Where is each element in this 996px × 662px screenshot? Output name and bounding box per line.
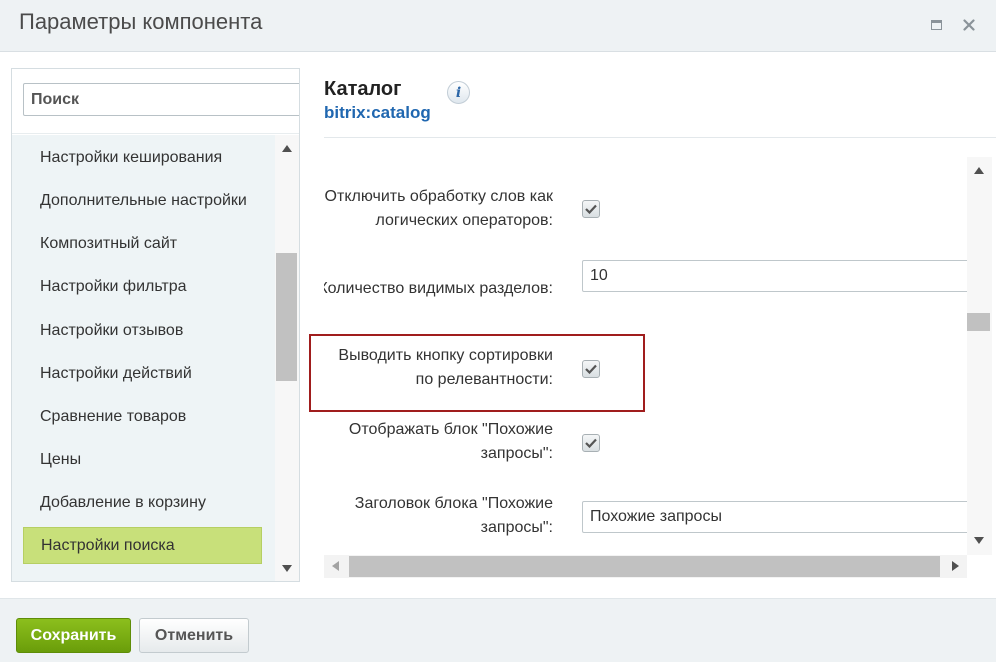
input-similar-title[interactable] — [582, 501, 967, 533]
form-vertical-scrollbar[interactable] — [967, 157, 992, 555]
input-visible-sections[interactable] — [582, 260, 967, 292]
settings-sidebar: Настройки кеширования Дополнительные нас… — [11, 68, 300, 582]
field-label-visible-sections: Количество видимых разделов: — [324, 280, 553, 297]
scroll-down-arrow-icon[interactable] — [974, 537, 984, 544]
sidebar-item-caching[interactable]: Настройки кеширования — [23, 139, 262, 176]
checkmark-icon — [585, 438, 597, 448]
sidebar-item-basket[interactable]: Добавление в корзину — [23, 484, 262, 521]
label-line: запросы": — [480, 445, 553, 462]
form-vscroll-thumb[interactable] — [967, 313, 990, 331]
save-button[interactable]: Сохранить — [16, 618, 131, 653]
sidebar-item-filter[interactable]: Настройки фильтра — [23, 268, 262, 305]
maximize-button[interactable] — [925, 14, 947, 36]
form-horizontal-scrollbar[interactable] — [324, 555, 967, 578]
scroll-down-arrow-icon[interactable] — [282, 565, 292, 572]
sidebar-item-actions[interactable]: Настройки действий — [23, 355, 262, 392]
search-input[interactable] — [23, 83, 299, 116]
sidebar-list: Настройки кеширования Дополнительные нас… — [12, 135, 275, 581]
close-icon — [963, 19, 975, 31]
info-icon[interactable]: i — [447, 81, 470, 104]
checkbox-similar-block[interactable] — [582, 434, 600, 452]
label-line: Отключить обработку слов как — [324, 188, 553, 205]
field-label-similar-title: Заголовок блока "Похожие запросы": — [324, 492, 553, 540]
field-label-disable-logic: Отключить обработку слов как логических … — [324, 185, 553, 233]
maximize-icon — [930, 20, 942, 30]
highlight-frame — [309, 334, 645, 412]
label-line: Заголовок блока "Похожие — [354, 495, 553, 512]
scroll-left-arrow-icon[interactable] — [332, 561, 339, 571]
scroll-up-arrow-icon[interactable] — [282, 145, 292, 152]
checkbox-disable-logic[interactable] — [582, 200, 600, 218]
label-line: запросы": — [480, 519, 553, 536]
label-line: логических операторов: — [375, 212, 554, 229]
scroll-right-arrow-icon[interactable] — [952, 561, 959, 571]
field-label-similar-block: Отображать блок "Похожие запросы": — [324, 418, 553, 466]
close-button[interactable] — [958, 14, 980, 36]
sidebar-scrollbar[interactable] — [275, 135, 299, 581]
sidebar-item-search[interactable]: Настройки поиска — [23, 527, 262, 564]
sidebar-search-area — [12, 69, 299, 134]
dialog-titlebar: Параметры компонента — [0, 0, 996, 52]
scroll-up-arrow-icon[interactable] — [974, 167, 984, 174]
sidebar-scroll-thumb[interactable] — [276, 253, 297, 381]
dialog-footer: Сохранить Отменить — [0, 598, 996, 662]
sidebar-item-composite[interactable]: Композитный сайт — [23, 225, 262, 262]
checkmark-icon — [585, 204, 597, 214]
label-line: Отображать блок "Похожие — [348, 421, 553, 438]
component-name: Каталог — [324, 78, 402, 100]
sidebar-item-additional[interactable]: Дополнительные настройки — [23, 182, 262, 219]
sidebar-item-reviews[interactable]: Настройки отзывов — [23, 312, 262, 349]
cancel-button[interactable]: Отменить — [139, 618, 249, 653]
sidebar-item-prices[interactable]: Цены — [23, 441, 262, 478]
form-hscroll-thumb[interactable] — [349, 556, 940, 577]
dialog-title: Параметры компонента — [19, 9, 263, 34]
header-divider — [324, 137, 996, 138]
sidebar-item-compare[interactable]: Сравнение товаров — [23, 398, 262, 435]
component-id: bitrix:catalog — [324, 103, 431, 122]
